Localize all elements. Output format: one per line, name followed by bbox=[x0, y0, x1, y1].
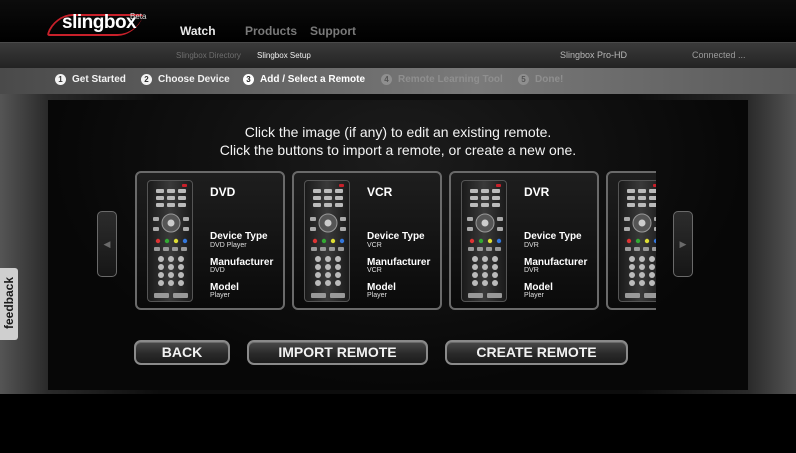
import-remote-button[interactable]: IMPORT REMOTE bbox=[247, 340, 428, 365]
remote-control-icon bbox=[310, 184, 346, 298]
device-type-label: Device Type bbox=[210, 231, 268, 242]
nav-products[interactable]: Products bbox=[245, 24, 297, 38]
step-number: 3 bbox=[243, 74, 254, 85]
logo-text: slingbox bbox=[62, 12, 137, 33]
device-type-label: Device Type bbox=[367, 231, 425, 242]
step-number: 2 bbox=[141, 74, 152, 85]
remote-image[interactable] bbox=[618, 180, 656, 302]
step-label: Add / Select a Remote bbox=[260, 74, 366, 85]
manufacturer-value: DVD bbox=[210, 267, 225, 274]
remote-card-dvd[interactable]: DVD Device Type DVD Player Manufacturer … bbox=[135, 171, 285, 310]
subnav-slingbox-directory[interactable]: Slingbox Directory bbox=[176, 51, 241, 60]
arrow-right-icon: ▶ bbox=[679, 238, 687, 249]
device-type-value: DVD Player bbox=[210, 242, 247, 249]
beta-badge: Beta bbox=[130, 12, 147, 21]
remote-title: VCR bbox=[367, 185, 393, 199]
remote-card-dvr[interactable]: DVR Device Type DVR Manufacturer DVR Mod… bbox=[449, 171, 599, 310]
model-value: Player bbox=[524, 292, 544, 299]
sub-nav-bar: Slingbox Directory Slingbox Setup Slingb… bbox=[0, 42, 796, 68]
remote-card-vcr[interactable]: VCR Device Type VCR Manufacturer VCR Mod… bbox=[292, 171, 442, 310]
arrow-left-icon: ◀ bbox=[103, 238, 111, 249]
connection-status: Connected ... bbox=[692, 50, 746, 60]
feedback-tab[interactable]: feedback bbox=[0, 268, 18, 340]
remote-title: DVR bbox=[524, 185, 550, 199]
remote-control-icon bbox=[624, 184, 656, 298]
step-number: 1 bbox=[55, 74, 66, 85]
carousel-next-button[interactable]: ▶ bbox=[673, 211, 693, 277]
step-choose-device: 2 Choose Device bbox=[141, 74, 230, 85]
remote-control-icon bbox=[467, 184, 503, 298]
step-number: 5 bbox=[518, 74, 529, 85]
top-header: slingbox Beta Watch Products Support bbox=[0, 0, 796, 42]
model-value: Player bbox=[210, 292, 230, 299]
step-label: Get Started bbox=[72, 74, 126, 85]
setup-steps-bar: 1 Get Started 2 Choose Device 3 Add / Se… bbox=[0, 68, 796, 94]
back-button[interactable]: BACK bbox=[134, 340, 230, 365]
remote-title: DVD bbox=[210, 185, 236, 199]
device-type-value: VCR bbox=[367, 242, 382, 249]
subnav-slingbox-setup[interactable]: Slingbox Setup bbox=[257, 51, 311, 60]
manufacturer-value: VCR bbox=[367, 267, 382, 274]
nav-support[interactable]: Support bbox=[310, 24, 356, 38]
device-type-value: DVR bbox=[524, 242, 539, 249]
instruction-line-2: Click the buttons to import a remote, or… bbox=[219, 142, 577, 158]
feedback-label: feedback bbox=[2, 276, 16, 330]
step-label: Remote Learning Tool bbox=[398, 74, 503, 85]
carousel-prev-button[interactable]: ◀ bbox=[97, 211, 117, 277]
slingbox-logo[interactable]: slingbox bbox=[46, 10, 144, 36]
step-remote-learning-tool: 4 Remote Learning Tool bbox=[381, 74, 503, 85]
remote-card-partial[interactable] bbox=[606, 171, 656, 310]
step-number: 4 bbox=[381, 74, 392, 85]
create-remote-button[interactable]: CREATE REMOTE bbox=[445, 340, 628, 365]
device-type-label: Device Type bbox=[524, 231, 582, 242]
instruction-line-1: Click the image (if any) to edit an exis… bbox=[244, 124, 552, 140]
step-label: Choose Device bbox=[158, 74, 230, 85]
step-get-started: 1 Get Started bbox=[55, 74, 126, 85]
remote-control-icon bbox=[153, 184, 189, 298]
step-label: Done! bbox=[535, 74, 564, 85]
step-add-select-remote: 3 Add / Select a Remote bbox=[243, 74, 365, 85]
model-value: Player bbox=[367, 292, 387, 299]
remote-carousel: DVD Device Type DVD Player Manufacturer … bbox=[135, 170, 656, 312]
device-name: Slingbox Pro-HD bbox=[560, 50, 628, 60]
manufacturer-value: DVR bbox=[524, 267, 539, 274]
remote-image[interactable] bbox=[147, 180, 193, 302]
step-done: 5 Done! bbox=[518, 74, 563, 85]
nav-watch[interactable]: Watch bbox=[180, 24, 216, 38]
remote-image[interactable] bbox=[304, 180, 350, 302]
remote-image[interactable] bbox=[461, 180, 507, 302]
